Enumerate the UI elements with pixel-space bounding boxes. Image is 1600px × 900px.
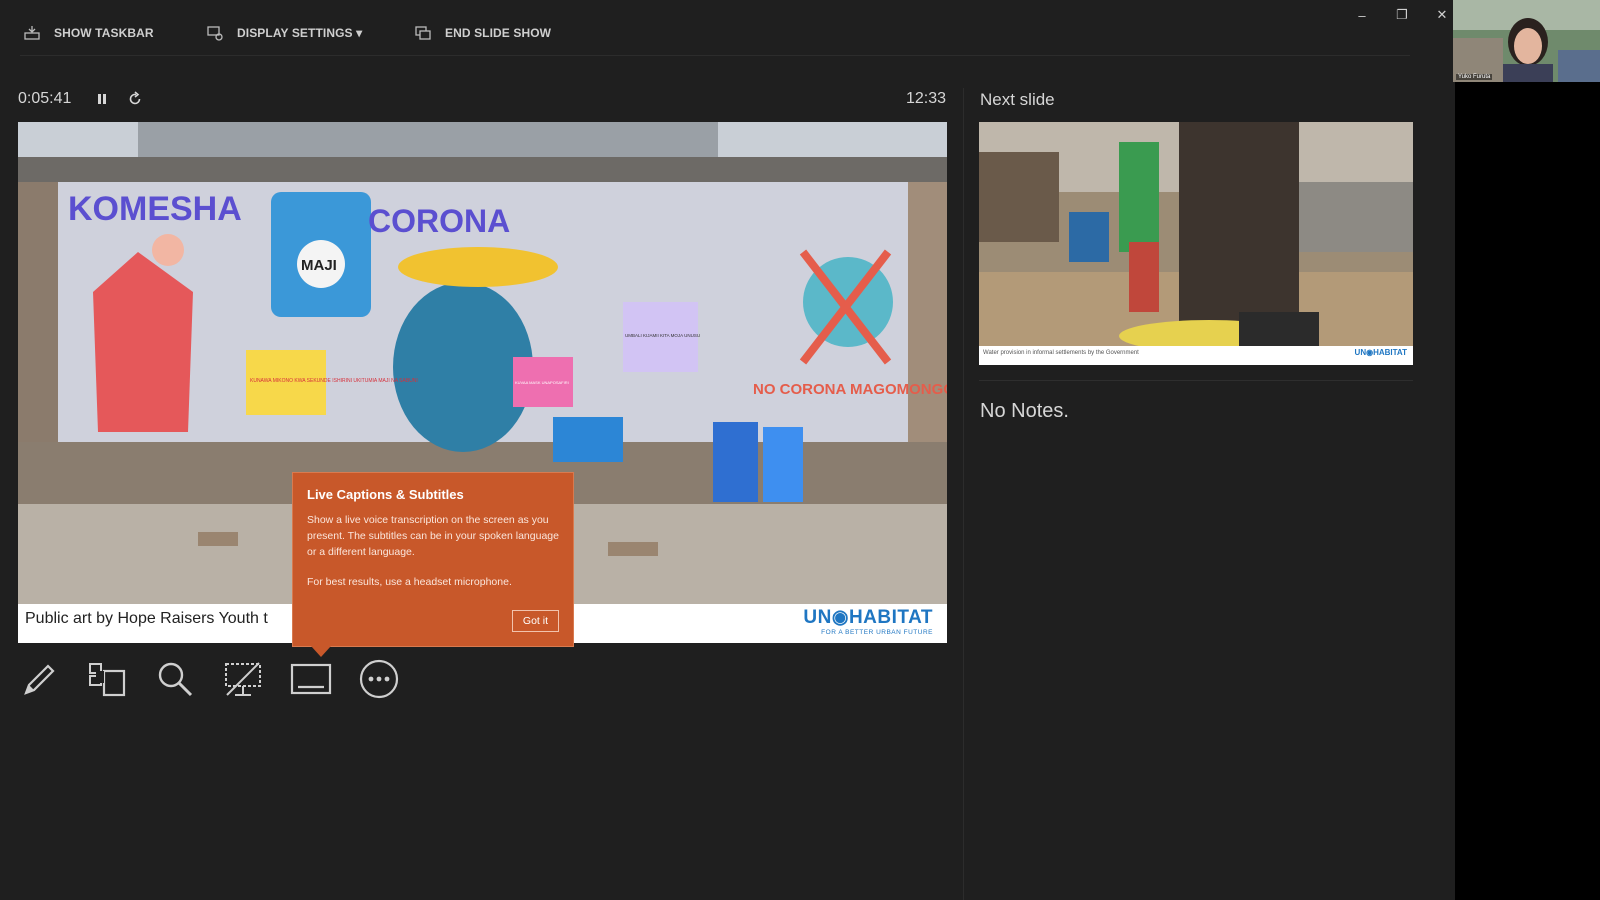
next-slide-caption: Water provision in informal settlements … (983, 350, 1139, 356)
mural-text-komesha: KOMESHA (68, 190, 242, 228)
minimize-button[interactable]: – (1349, 4, 1375, 26)
subtitles-icon (290, 663, 332, 695)
taskbar-icon (24, 26, 40, 40)
zoom-button[interactable] (154, 658, 196, 700)
black-screen-button[interactable] (222, 658, 264, 700)
elapsed-timer: 0:05:41 (18, 90, 72, 107)
end-slide-show-icon (415, 26, 431, 40)
restart-icon (129, 91, 141, 105)
webcam-thumbnail[interactable]: Yuko Furuta (1453, 0, 1600, 82)
display-settings-icon (207, 26, 223, 41)
mural-text-maji: MAJI (301, 257, 337, 274)
screen-share-margin (1455, 0, 1600, 900)
popup-title: Live Captions & Subtitles (307, 487, 464, 502)
un-habitat-logo: UN◉HABITAT FOR A BETTER URBAN FUTURE (803, 606, 933, 636)
notes-divider (979, 380, 1413, 381)
panel-divider (963, 88, 964, 900)
next-slide-preview[interactable]: Water provision in informal settlements … (979, 122, 1413, 365)
more-options-button[interactable] (358, 658, 400, 700)
zoom-icon (158, 662, 193, 697)
pause-icon (98, 94, 106, 104)
mural-text-corona: CORONA (368, 203, 510, 239)
webcam-video (1453, 0, 1600, 82)
pen-icon (24, 664, 55, 695)
mural-text-handwash: KUNAWA MIKONO KWA SEKUNDE ISHIRINI UKITU… (250, 378, 418, 384)
un-habitat-logo-text: UN◉HABITAT (803, 607, 933, 628)
mural-text-distance: UMBALI KIJAMII KITA MOJA UNUSU (625, 333, 700, 338)
see-all-slides-button[interactable] (86, 658, 128, 700)
display-settings-label: DISPLAY SETTINGS ▾ (237, 26, 363, 40)
restore-button[interactable]: ❐ (1389, 4, 1415, 26)
display-settings-button[interactable]: DISPLAY SETTINGS ▾ (205, 22, 362, 44)
restart-timer-button[interactable] (124, 88, 146, 110)
black-screen-icon (225, 662, 261, 696)
live-captions-popup: Live Captions & Subtitles Show a live vo… (292, 472, 574, 657)
close-button[interactable]: ✕ (1429, 4, 1455, 26)
participant-name: Yuko Furuta (1456, 74, 1493, 80)
popup-tip: For best results, use a headset micropho… (307, 576, 512, 588)
slide-caption: Public art by Hope Raisers Youth t (25, 610, 268, 627)
show-taskbar-label: SHOW TASKBAR (54, 26, 154, 40)
mural-text-no-corona: NO CORONA MAGOMONGO (753, 381, 947, 398)
show-taskbar-button[interactable]: SHOW TASKBAR (22, 22, 154, 44)
subtitles-button[interactable] (290, 658, 332, 700)
next-slide-photo (979, 122, 1413, 346)
presenter-toolbar: SHOW TASKBAR DISPLAY SETTINGS ▾ END SLID… (0, 0, 1455, 62)
un-habitat-tagline: FOR A BETTER URBAN FUTURE (821, 629, 933, 636)
current-clock: 12:33 (905, 90, 946, 107)
see-all-slides-icon (89, 663, 126, 697)
speaker-notes: No Notes. (980, 400, 1069, 422)
pause-button[interactable] (91, 88, 113, 110)
more-options-icon (359, 659, 399, 699)
pen-tool-button[interactable] (18, 658, 60, 700)
toolbar-divider (20, 55, 1410, 56)
got-it-button[interactable]: Got it (511, 610, 559, 632)
next-slide-label: Next slide (980, 90, 1055, 109)
next-slide-logo: UN◉HABITAT (1354, 348, 1407, 357)
mural-text-mask: KUVAA MASK UNAPOSAFIRI (515, 380, 569, 385)
popup-body: Show a live voice transcription on the s… (307, 514, 559, 558)
end-slide-show-button[interactable]: END SLIDE SHOW (413, 22, 551, 44)
end-slide-show-label: END SLIDE SHOW (445, 26, 552, 40)
